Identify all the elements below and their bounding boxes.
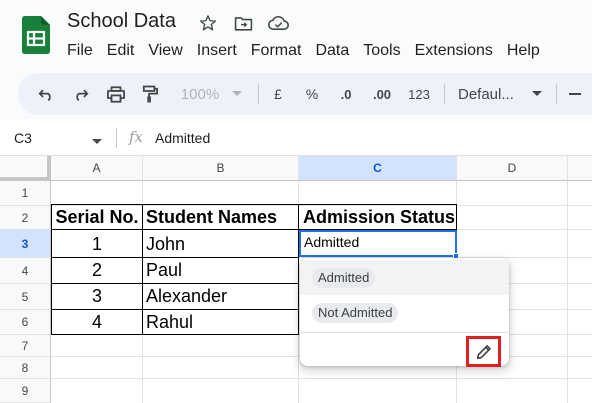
option-chip: Admitted [312,268,376,288]
row-header-5[interactable]: 5 [0,284,51,310]
table-border [51,334,299,335]
formula-divider [116,128,117,148]
cell-serial[interactable]: 1 [52,234,142,255]
menu-edit[interactable]: Edit [100,40,142,62]
menu-bar: File Edit View Insert Format Data Tools … [60,40,547,62]
active-cell-value[interactable]: Admitted [304,234,359,250]
table-border [298,204,299,335]
toolbar-area: 100% £ % .0 .00 123 Defaul... [0,70,592,119]
increase-decimal-button[interactable]: .00 [368,82,396,106]
column-header-e[interactable] [568,156,592,181]
row-header-3[interactable]: 3 [0,230,51,258]
fx-icon: fx [129,128,144,146]
dropdown-option-not-admitted[interactable]: Not Admitted [300,295,509,330]
redo-icon[interactable] [68,82,92,106]
cell-student-name[interactable]: Paul [146,260,298,281]
menu-file[interactable]: File [60,40,100,62]
row-header-1[interactable]: 1 [0,181,51,206]
star-icon[interactable] [197,12,219,34]
move-to-folder-icon[interactable] [232,12,254,34]
menu-format[interactable]: Format [244,40,309,62]
gridline [567,181,568,403]
dropdown-option-admitted[interactable]: Admitted [300,260,509,295]
menu-help[interactable]: Help [500,40,547,62]
table-border [51,309,299,310]
cell-serial[interactable]: 3 [52,286,142,307]
column-header-c[interactable]: C [299,156,457,181]
row-header-2[interactable]: 2 [0,206,51,230]
row-header-9[interactable]: 9 [0,379,51,403]
column-header-a[interactable]: A [51,156,143,181]
option-chip: Not Admitted [312,303,399,323]
header-serial-no[interactable]: Serial No. [52,207,142,228]
gridline [51,378,592,379]
percent-format-button[interactable]: % [304,82,320,106]
decrease-decimal-button[interactable]: .0 [334,82,358,106]
font-select[interactable]: Defaul... [458,82,524,106]
row-header-7[interactable]: 7 [0,335,51,357]
cell-student-name[interactable]: John [146,234,298,255]
header-admission-status[interactable]: Admission Status [303,207,456,228]
pencil-icon [476,344,491,359]
app-header: School Data File Edit View Insert Format… [0,0,592,70]
column-header-b[interactable]: B [143,156,299,181]
font-chevron-down-icon[interactable] [530,82,544,106]
menu-tools[interactable]: Tools [356,40,407,62]
zoom-select[interactable]: 100% [178,82,222,106]
paint-format-icon[interactable] [138,82,162,106]
toolbar: 100% £ % .0 .00 123 Defaul... [18,73,592,115]
toolbar-divider [444,84,445,104]
table-border [142,204,143,335]
table-border [51,257,299,258]
decrease-decimal-label: .0 [340,86,352,102]
menu-data[interactable]: Data [308,40,356,62]
table-border [51,204,457,205]
currency-format-button[interactable]: £ [270,82,286,106]
cell-student-name[interactable]: Alexander [146,286,298,307]
zoom-chevron-down-icon[interactable] [230,82,244,106]
row-header-6[interactable]: 6 [0,310,51,335]
select-all-corner[interactable] [0,156,51,181]
menu-extensions[interactable]: Extensions [408,40,500,62]
toolbar-divider [556,84,557,104]
document-title[interactable]: School Data [67,10,176,33]
number-format-button[interactable]: 123 [406,82,432,106]
print-icon[interactable] [104,82,128,106]
name-box-chevron-down-icon[interactable] [92,132,102,150]
header-student-names[interactable]: Student Names [146,207,298,228]
menu-insert[interactable]: Insert [190,40,244,62]
dropdown-popup: Admitted Not Admitted [300,258,509,367]
menu-view[interactable]: View [141,40,189,62]
sheets-logo-icon[interactable] [22,16,50,54]
formula-bar: C3 fx Admitted [0,119,592,156]
minus-icon[interactable] [566,82,584,106]
row-header-4[interactable]: 4 [0,258,51,284]
cell-serial[interactable]: 4 [52,312,142,333]
gridline [51,205,592,206]
undo-icon[interactable] [34,82,58,106]
column-header-d[interactable]: D [457,156,568,181]
cell-student-name[interactable]: Rahul [146,312,298,333]
formula-input[interactable]: Admitted [155,130,210,146]
table-border [51,283,299,284]
toolbar-divider [258,84,259,104]
cloud-status-icon[interactable] [267,12,289,34]
name-box[interactable]: C3 [14,130,32,146]
table-border [456,204,457,230]
popup-divider [300,332,509,333]
increase-decimal-label: .00 [372,86,392,102]
edit-dropdown-button[interactable] [466,336,501,367]
cell-serial[interactable]: 2 [52,260,142,281]
row-header-8[interactable]: 8 [0,357,51,379]
